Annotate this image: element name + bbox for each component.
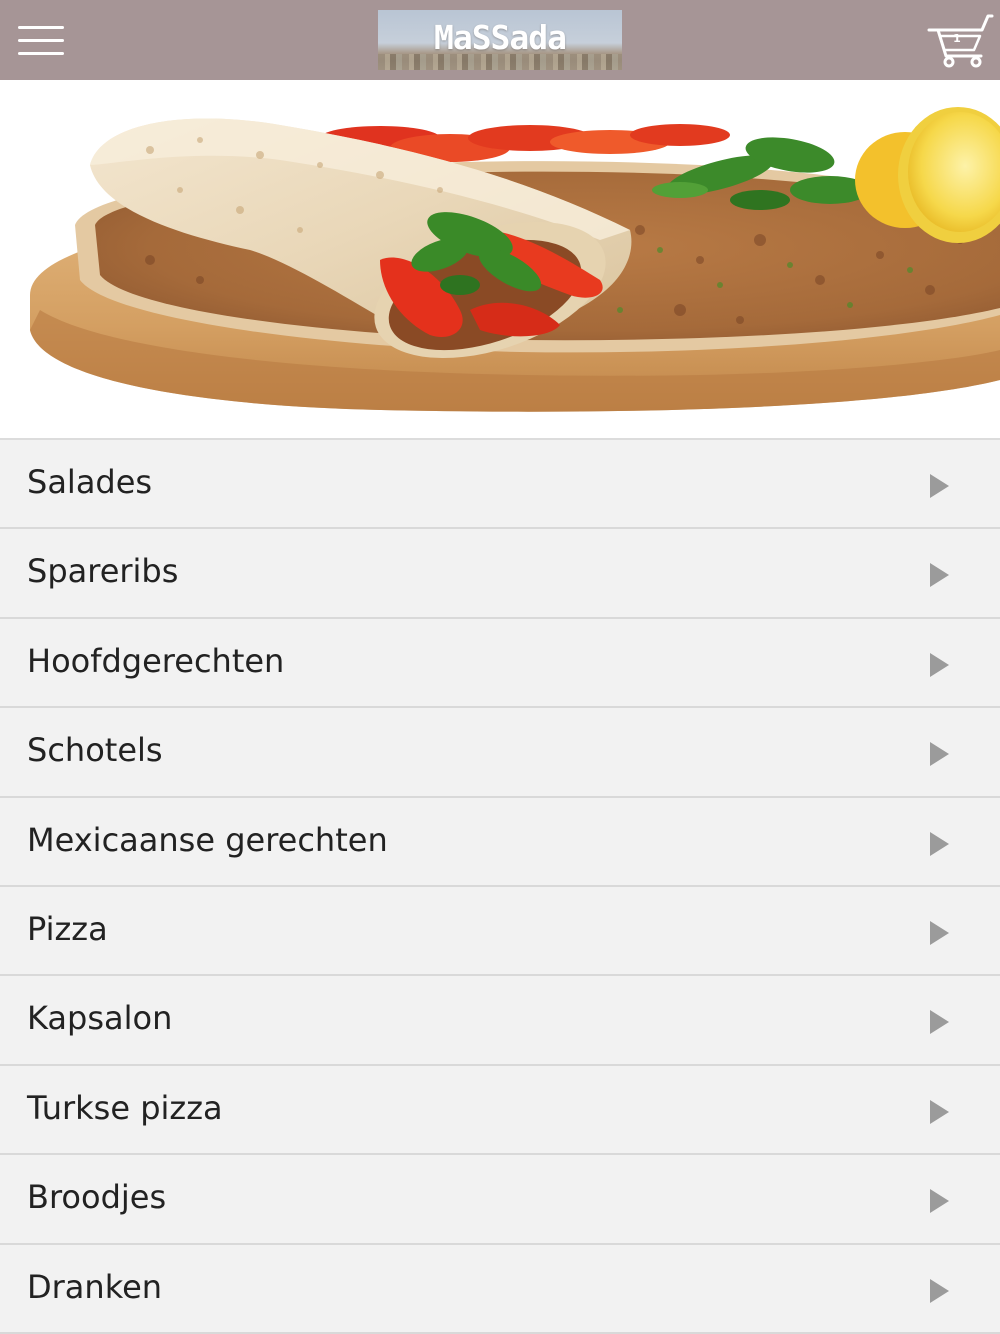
chevron-right-icon [930, 742, 949, 767]
top-bar: MaSSada 1 [0, 0, 1000, 80]
shopping-cart-icon[interactable]: 1 [926, 12, 994, 70]
category-item-dranken[interactable]: Dranken [0, 1244, 1000, 1334]
menu-line [18, 26, 64, 29]
category-item-broodjes[interactable]: Broodjes [0, 1155, 1000, 1245]
chevron-right-icon [930, 1189, 949, 1214]
category-label: Kapsalon [27, 999, 173, 1038]
category-item-hoofdgerechten[interactable]: Hoofdgerechten [0, 618, 1000, 709]
category-item-pizza[interactable]: Pizza [0, 886, 1000, 977]
logo-text: MaSSada [433, 18, 567, 57]
chevron-right-icon [930, 652, 949, 677]
menu-line [18, 39, 64, 42]
hero-image [0, 80, 1000, 432]
chevron-right-icon [930, 1099, 949, 1124]
category-label: Broodjes [27, 1178, 167, 1217]
category-label: Mexicaanse gerechten [27, 820, 388, 859]
category-item-turkse-pizza[interactable]: Turkse pizza [0, 1065, 1000, 1156]
menu-line [18, 52, 64, 55]
category-item-salades[interactable]: Salades [0, 440, 1000, 530]
category-label: Spareribs [27, 552, 179, 591]
hamburger-menu-icon[interactable] [14, 18, 68, 62]
category-item-mexicaanse-gerechten[interactable]: Mexicaanse gerechten [0, 797, 1000, 887]
chevron-right-icon [930, 474, 949, 498]
category-label: Hoofdgerechten [27, 641, 285, 680]
category-item-spareribs[interactable]: Spareribs [0, 529, 1000, 619]
category-label: Salades [27, 463, 153, 501]
chevron-right-icon [930, 831, 949, 856]
category-label: Dranken [27, 1267, 163, 1306]
app-root: MaSSada 1 Salades Spareribs Hoofdgerecht… [0, 0, 1000, 1334]
category-item-kapsalon[interactable]: Kapsalon [0, 976, 1000, 1066]
lahmacun-wrap-image [30, 107, 1000, 412]
chevron-right-icon [930, 563, 949, 588]
category-label: Pizza [27, 909, 108, 948]
chevron-right-icon [930, 920, 949, 945]
cart-count-badge: 1 [953, 32, 961, 45]
chevron-right-icon [930, 1010, 949, 1035]
chevron-right-icon [930, 1278, 949, 1303]
category-label: Turkse pizza [27, 1088, 223, 1127]
category-list: Salades Spareribs Hoofdgerechten Schotel… [0, 438, 1000, 1334]
category-label: Schotels [27, 731, 163, 770]
restaurant-logo[interactable]: MaSSada [378, 10, 622, 70]
category-item-schotels[interactable]: Schotels [0, 708, 1000, 798]
